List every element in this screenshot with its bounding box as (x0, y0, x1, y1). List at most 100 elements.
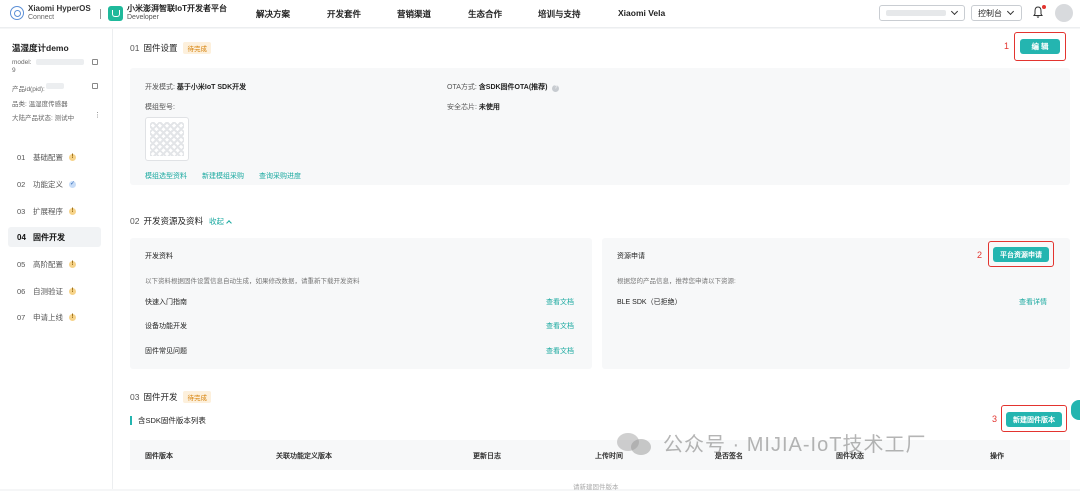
warning-icon: ! (69, 313, 76, 321)
dev-mode-row: 开发模式: 基于小米IoT SDK开发 (145, 82, 246, 92)
step-firmware-dev[interactable]: 04 固件开发 (8, 227, 101, 247)
product-category: 品类: 温湿度传感器 (12, 101, 68, 108)
nav-training[interactable]: 培训与支持 (538, 8, 581, 20)
model-value-redacted (36, 59, 84, 65)
col-function-definition-version: 关联功能定义版本 (276, 453, 332, 460)
wechat-icon (617, 431, 653, 455)
annotation-2: 2 (977, 250, 983, 260)
floating-help-tab[interactable] (1071, 400, 1080, 420)
view-doc-firmware-faq[interactable]: 查看文档 (546, 346, 574, 356)
resource-apply-desc: 根据您的产品信息，推荐您申请以下资源: (617, 278, 736, 285)
step-label: 高阶配置 (33, 259, 63, 269)
view-doc-device-function[interactable]: 查看文档 (546, 321, 574, 331)
step-label: 功能定义 (33, 179, 63, 189)
doc-firmware-faq: 固件常见问题 (145, 348, 187, 355)
collapse-label: 收起 (208, 217, 224, 226)
annotation-1: 1 (1004, 41, 1010, 51)
pid-value-redacted (46, 83, 64, 89)
platform-sub: Developer (127, 14, 159, 21)
more-icon[interactable]: ⋮ (94, 111, 101, 119)
pending-tag: 待完成 (183, 391, 211, 403)
step-extension[interactable]: 03 扩展程序 ! (8, 201, 101, 221)
step-function-definition[interactable]: 02 功能定义 ✓ (8, 174, 101, 194)
chip-row: 安全芯片: 未使用 (447, 102, 500, 112)
purchase-progress-link[interactable]: 查询采购进度 (259, 171, 301, 181)
step-basic-config[interactable]: 01 基础配置 ! (8, 147, 101, 167)
step-number: 03 (17, 206, 26, 216)
warning-icon: ! (69, 260, 76, 268)
product-status: 大陆产品状态: 测试中 (12, 115, 75, 122)
view-doc-quickstart[interactable]: 查看文档 (546, 297, 574, 307)
check-icon: ✓ (69, 180, 76, 188)
dev-mode-value: 基于小米IoT SDK开发 (176, 84, 247, 91)
nav-vela[interactable]: Xiaomi Vela (618, 8, 665, 18)
resource-ble-sdk: BLE SDK（已拒绝） (617, 299, 682, 306)
new-module-purchase-link[interactable]: 新建模组采购 (202, 171, 244, 181)
step-number: 04 (17, 232, 26, 242)
ota-label: OTA方式: (447, 84, 477, 91)
section-number: 03 (130, 392, 140, 402)
model-label: model: (12, 59, 32, 66)
module-selection-link[interactable]: 模组选型资料 (145, 171, 187, 181)
step-label: 自测验证 (33, 286, 63, 296)
doc-device-function: 设备功能开发 (145, 323, 187, 330)
section-title-text: 开发资源及资料 (143, 216, 203, 226)
main-content: 01 固件设置 待完成 1 编 辑 开发模式: 基于小米IoT SDK开发 OTA方… (113, 29, 1080, 491)
nav-marketing[interactable]: 营销渠道 (397, 8, 431, 20)
module-label: 模组型号: (145, 104, 175, 111)
wechat-watermark: 公众号 · MIJIA-IoT技术工厂 (617, 428, 926, 457)
console-select[interactable]: 控制台 (971, 5, 1022, 21)
collapse-toggle[interactable]: 收起 (208, 217, 232, 226)
warning-icon: ! (69, 287, 76, 295)
resource-apply-title: 资源申请 (617, 253, 645, 260)
section-dev-resources-title: 02 开发资源及资料 收起 (130, 215, 232, 227)
help-icon[interactable]: ? (552, 85, 560, 92)
notification-dot (1042, 5, 1046, 9)
edit-button[interactable]: 编 辑 (1020, 39, 1060, 54)
step-number: 07 (17, 312, 26, 322)
nav-solutions[interactable]: 解决方案 (256, 8, 290, 20)
section-firmware-settings-title: 01 固件设置 待完成 (130, 42, 211, 54)
top-nav-bar: Xiaomi HyperOS Connect 小米澎湃智联IoT开发者平台 De… (0, 0, 1080, 28)
annotation-3: 3 (992, 414, 998, 424)
step-label: 申请上线 (33, 312, 63, 322)
view-resource-details[interactable]: 查看详情 (1019, 297, 1047, 307)
step-advanced-config[interactable]: 05 高阶配置 ! (8, 254, 101, 274)
step-label: 基础配置 (33, 152, 63, 162)
account-select[interactable] (879, 5, 965, 21)
section-number: 02 (130, 216, 140, 226)
step-number: 06 (17, 286, 26, 296)
section-number: 01 (130, 43, 140, 53)
hyperos-brand[interactable]: Xiaomi HyperOS Connect (10, 4, 91, 22)
chip-label: 安全芯片: (447, 104, 477, 111)
chevron-down-icon (950, 7, 959, 16)
chevron-up-icon (226, 220, 232, 226)
warning-icon: ! (69, 153, 76, 161)
new-firmware-version-button[interactable]: 新建固件版本 (1006, 412, 1062, 427)
step-number: 01 (17, 152, 26, 162)
step-self-test[interactable]: 06 自测验证 ! (8, 281, 101, 301)
section-title-text: 固件开发 (143, 392, 178, 402)
step-launch-apply[interactable]: 07 申请上线 ! (8, 307, 101, 327)
firmware-list-title: 含SDK固件版本列表 (130, 416, 206, 425)
col-update-log: 更新日志 (473, 453, 501, 460)
empty-table-text: 请新建固件版本 (573, 484, 619, 491)
pending-tag: 待完成 (183, 42, 211, 54)
platform-resource-apply-button[interactable]: 平台资源申请 (993, 247, 1049, 262)
copy-model-icon[interactable] (92, 59, 98, 65)
firmware-settings-panel (130, 68, 1070, 185)
ota-value: 含SDK固件OTA(推荐) (478, 84, 548, 91)
nav-dev-kits[interactable]: 开发套件 (327, 8, 361, 20)
nav-ecosystem[interactable]: 生态合作 (468, 8, 502, 20)
platform-brand[interactable]: 小米澎湃智联IoT开发者平台 Developer (108, 4, 227, 22)
avatar[interactable] (1055, 4, 1073, 22)
warning-icon: ! (69, 207, 76, 215)
product-name: 温湿度计demo (12, 43, 69, 53)
ota-row: OTA方式: 含SDK固件OTA(推荐) ? (447, 82, 560, 92)
step-label: 固件开发 (33, 232, 65, 242)
pid-label: 产品id(pid): (12, 86, 45, 93)
copy-pid-icon[interactable] (92, 83, 98, 89)
step-number: 02 (17, 179, 26, 189)
watermark-text: 公众号 · MIJIA-IoT技术工厂 (663, 434, 927, 456)
brand-sub: Connect (28, 14, 55, 21)
